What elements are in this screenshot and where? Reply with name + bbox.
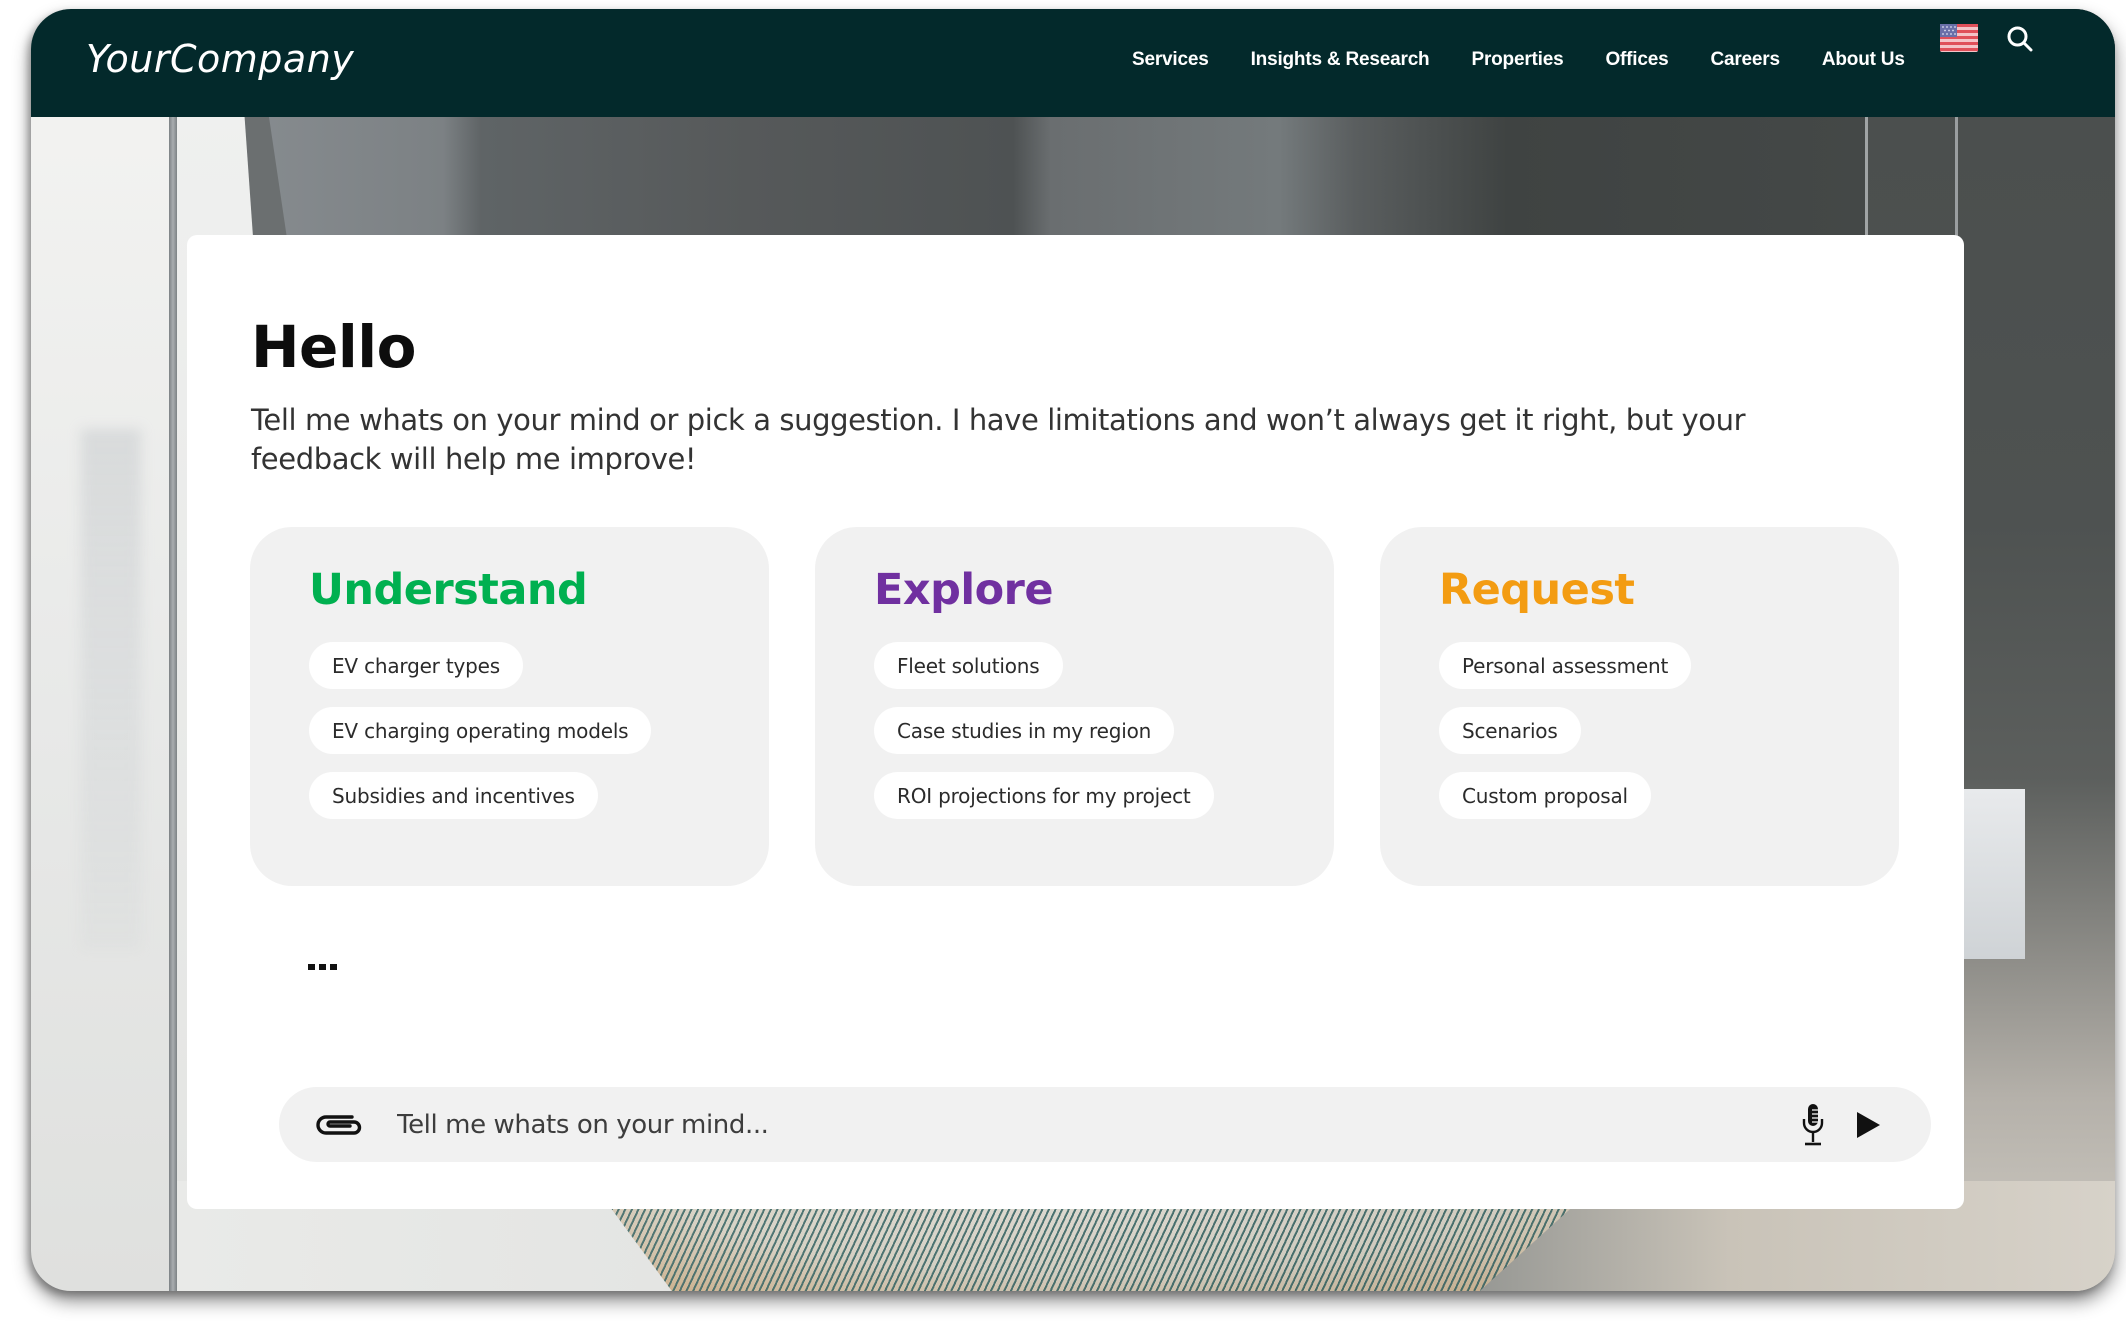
suggestion-chip[interactable]: Personal assessment: [1439, 642, 1692, 689]
suggestion-chip[interactable]: Fleet solutions: [874, 642, 1063, 689]
suggestion-chip-list: Personal assessment Scenarios Custom pro…: [1439, 642, 1692, 819]
background-window: [31, 9, 171, 1291]
suggestion-chip[interactable]: Scenarios: [1439, 707, 1581, 754]
suggestion-card-title: Explore: [874, 565, 1054, 615]
typing-dot: [308, 964, 315, 970]
suggestion-card-request: Request Personal assessment Scenarios Cu…: [1380, 527, 1899, 886]
suggestion-card-title: Understand: [309, 565, 588, 615]
greeting-heading: Hello: [251, 313, 417, 381]
paperclip-icon[interactable]: [312, 1110, 364, 1140]
search-icon[interactable]: [2005, 24, 2035, 54]
suggestion-chip-list: EV charger types EV charging operating m…: [309, 642, 652, 819]
suggestion-card-title: Request: [1439, 565, 1635, 615]
suggestion-chip[interactable]: Case studies in my region: [874, 707, 1175, 754]
suggestion-card-understand: Understand EV charger types EV charging …: [250, 527, 769, 886]
suggestion-chip[interactable]: EV charger types: [309, 642, 523, 689]
background-post: [169, 9, 177, 1291]
suggestion-groups: Understand EV charger types EV charging …: [250, 527, 1899, 886]
nav-offices[interactable]: Offices: [1605, 49, 1668, 71]
chat-panel: Hello Tell me whats on your mind or pick…: [187, 235, 1964, 1209]
send-icon[interactable]: [1855, 1111, 1881, 1139]
suggestion-chip[interactable]: Custom proposal: [1439, 772, 1651, 819]
main-nav: Services Insights & Research Properties …: [1132, 49, 1947, 71]
message-input[interactable]: [397, 1087, 1777, 1162]
background-panel: [1955, 789, 2025, 959]
message-composer: [279, 1087, 1931, 1162]
suggestion-chip[interactable]: ROI projections for my project: [874, 772, 1214, 819]
typing-dot: [319, 964, 326, 970]
typing-dot: [330, 964, 337, 970]
nav-services[interactable]: Services: [1132, 49, 1209, 71]
typing-indicator: [308, 964, 337, 970]
nav-about-us[interactable]: About Us: [1822, 49, 1905, 71]
nav-insights-research[interactable]: Insights & Research: [1251, 49, 1430, 71]
nav-careers[interactable]: Careers: [1710, 49, 1780, 71]
intro-text: Tell me whats on your mind or pick a sug…: [251, 403, 1746, 476]
browser-window: YourCompany Services Insights & Research…: [31, 9, 2115, 1291]
nav-properties[interactable]: Properties: [1471, 49, 1563, 71]
suggestion-chip[interactable]: EV charging operating models: [309, 707, 652, 754]
company-logo[interactable]: YourCompany: [86, 37, 354, 81]
suggestion-chip[interactable]: Subsidies and incentives: [309, 772, 598, 819]
suggestion-card-explore: Explore Fleet solutions Case studies in …: [815, 527, 1334, 886]
site-header: YourCompany Services Insights & Research…: [31, 9, 2115, 117]
microphone-icon[interactable]: [1800, 1103, 1826, 1147]
us-flag-icon[interactable]: [1940, 24, 1978, 52]
suggestion-chip-list: Fleet solutions Case studies in my regio…: [874, 642, 1214, 819]
